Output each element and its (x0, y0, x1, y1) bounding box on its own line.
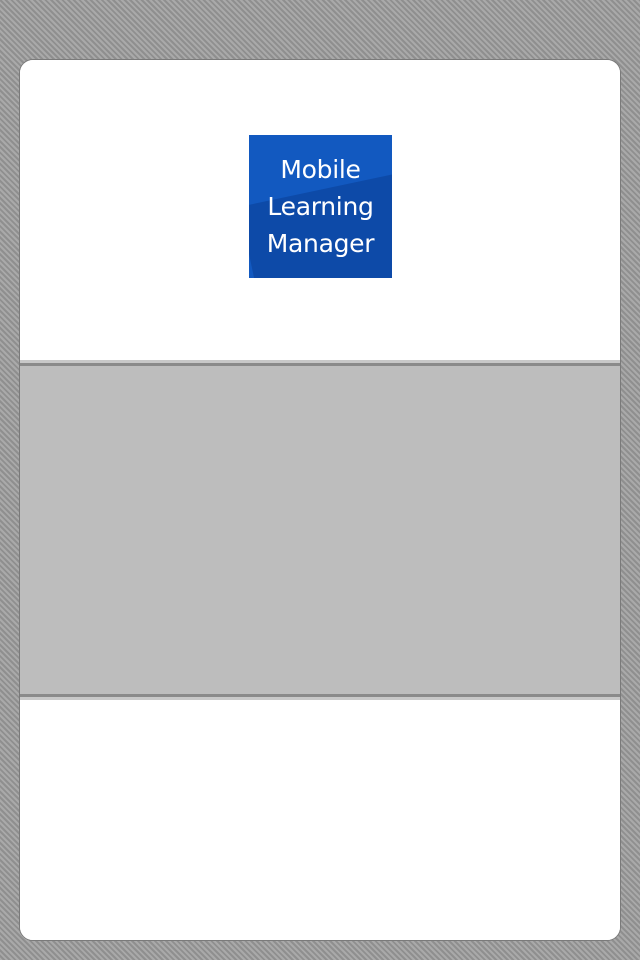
app-background: { "app": { "logo_text": "Mobile\nLearnin… (0, 0, 640, 960)
footer-area (20, 700, 620, 940)
app-logo: Mobile Learning Manager (249, 135, 392, 278)
app-logo-text: Mobile Learning Manager (266, 155, 375, 258)
header-area: Mobile Learning Manager (20, 60, 620, 360)
main-card: Mobile Learning Manager (19, 59, 621, 941)
content-panel (20, 366, 620, 694)
